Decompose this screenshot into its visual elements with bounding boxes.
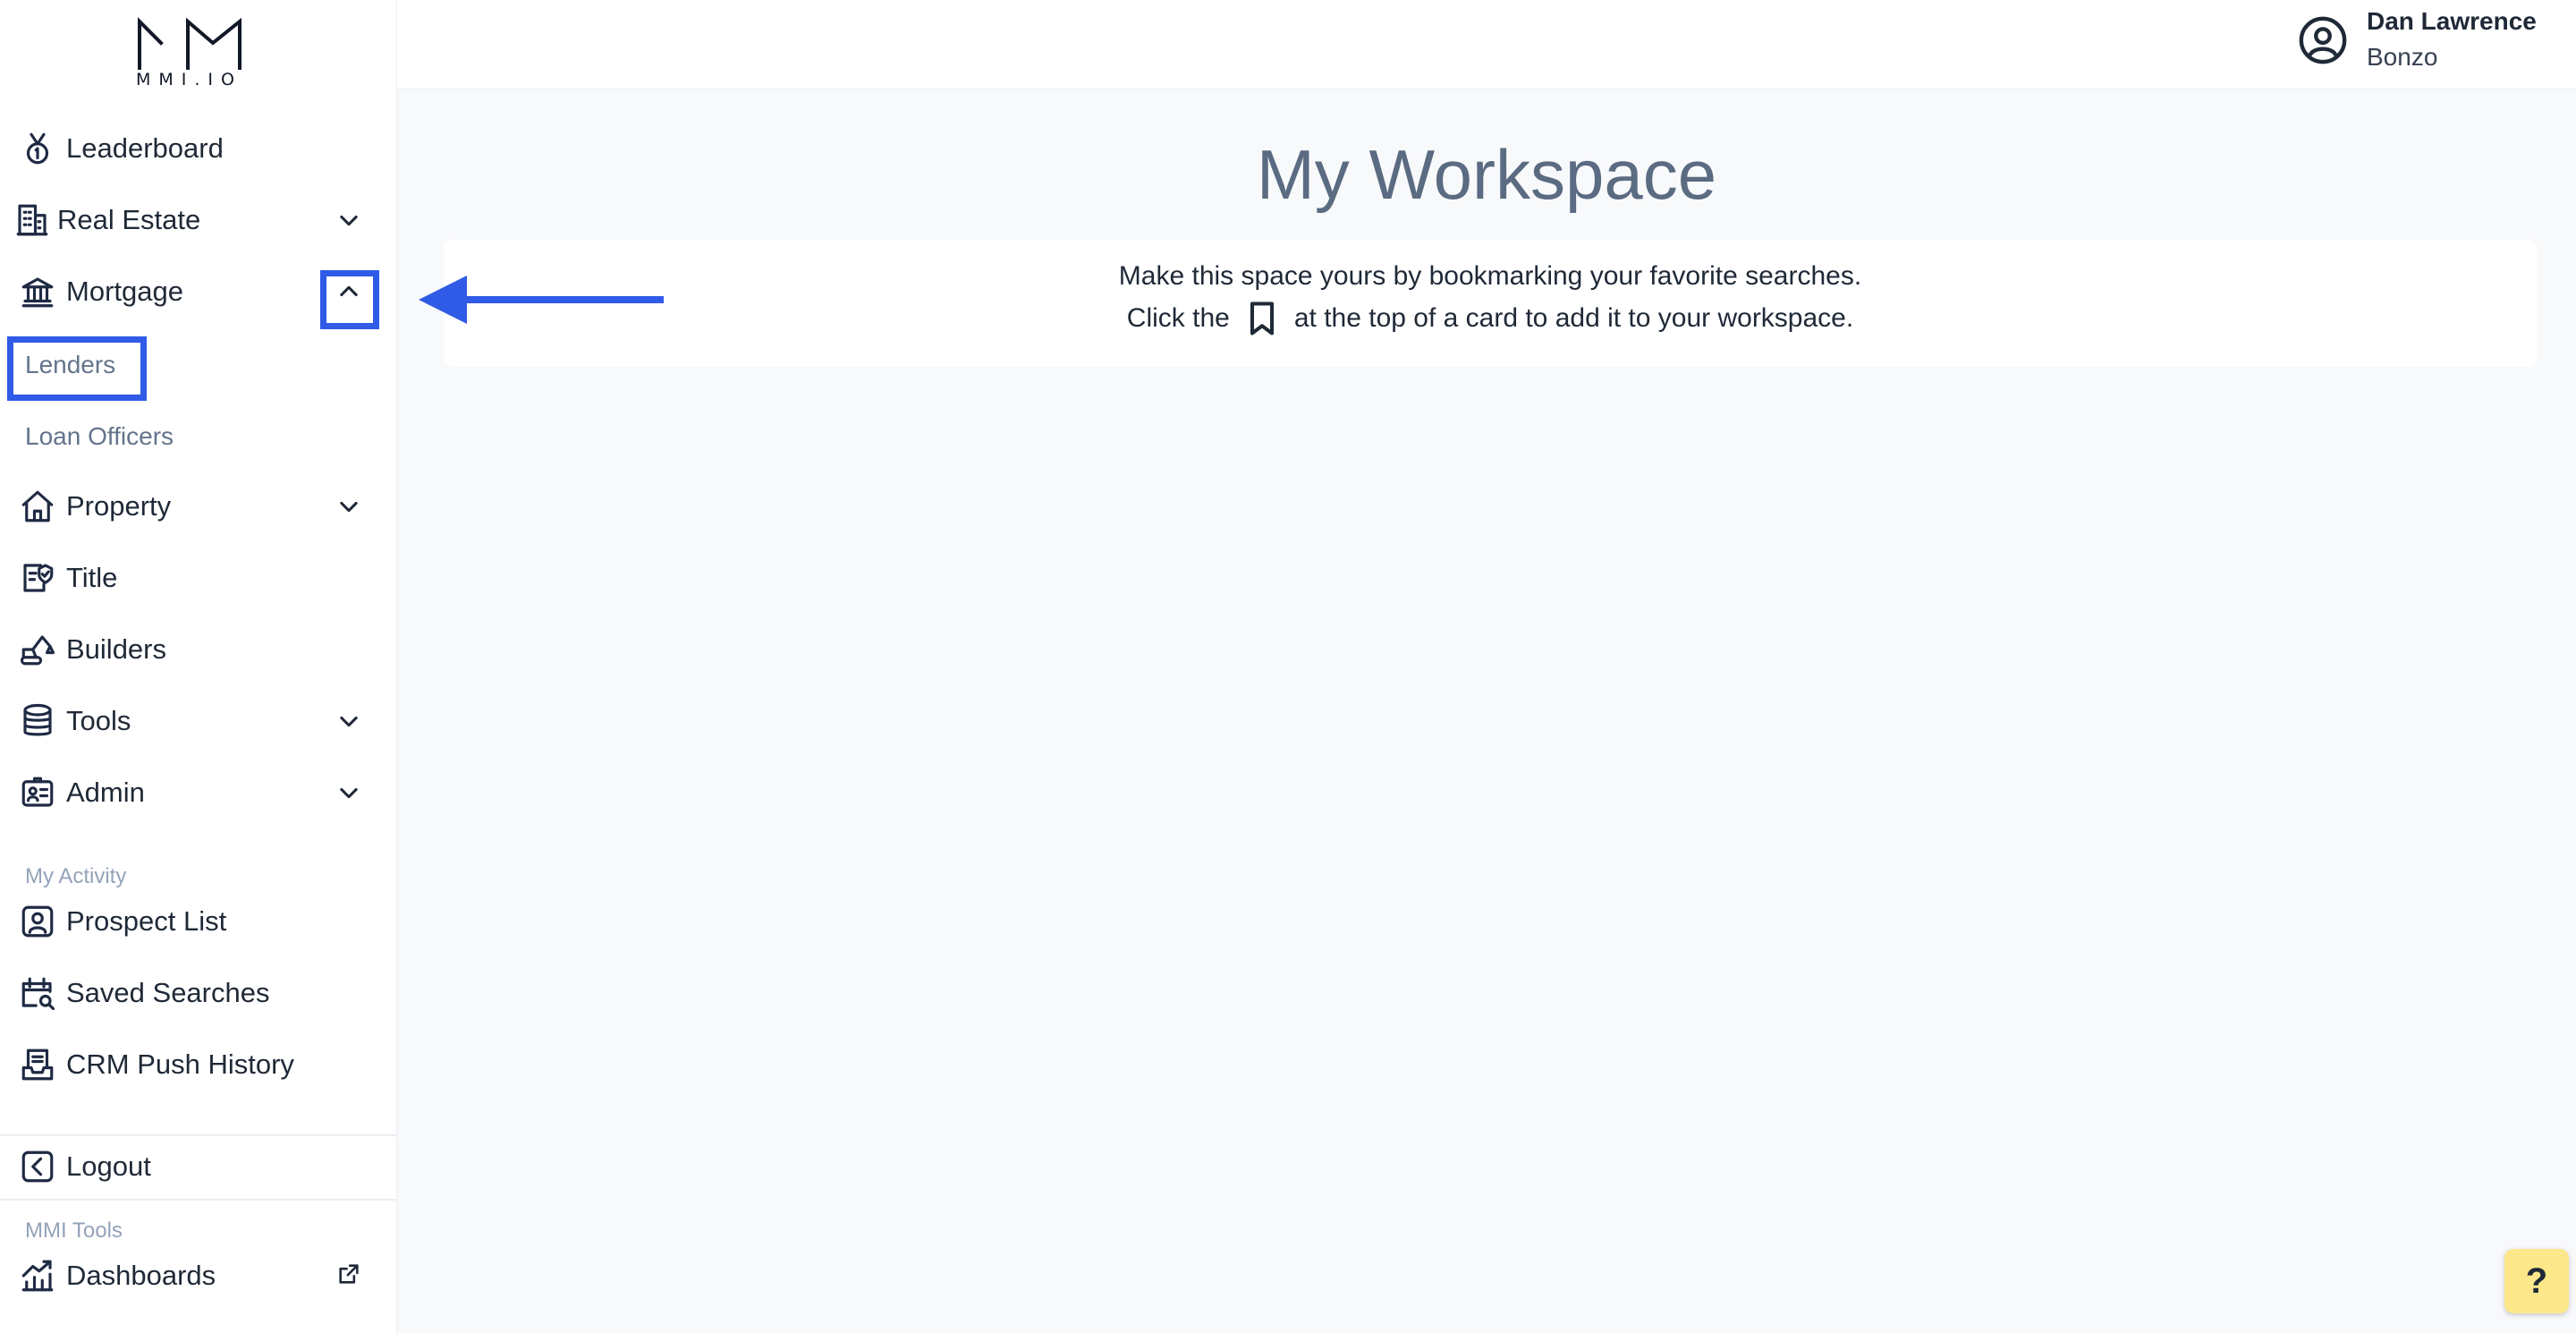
sidebar-item-label: Real Estate (57, 204, 201, 235)
help-button[interactable]: ? (2504, 1249, 2569, 1313)
sidebar-item-label: Prospect List (66, 905, 227, 937)
sidebar-divider (0, 1134, 397, 1136)
title-check-icon (18, 558, 57, 598)
contact-icon (18, 902, 57, 941)
sidebar-item-label: Title (66, 562, 118, 593)
sidebar-item-leaderboard[interactable]: Leaderboard (18, 122, 385, 175)
sidebar-item-label: Admin (66, 777, 145, 808)
sidebar-item-label: CRM Push History (66, 1049, 294, 1080)
chevron-down-icon[interactable] (331, 202, 367, 238)
sidebar-item-real-estate[interactable]: Real Estate (16, 193, 385, 247)
sidebar-subitem-loan-officers[interactable]: Loan Officers (25, 422, 174, 451)
sidebar-item-label: Property (66, 490, 172, 522)
sidebar-item-label: Dashboards (66, 1260, 216, 1291)
user-avatar-icon[interactable] (2297, 14, 2349, 66)
sidebar-item-title[interactable]: Title (18, 551, 385, 605)
logo-text: MMI.IO (136, 70, 242, 89)
annotation-arrow (419, 276, 664, 324)
bar-chart-icon (18, 1256, 57, 1295)
user-org: Bonzo (2367, 43, 2438, 71)
logout-icon (18, 1147, 57, 1186)
top-header (397, 0, 2576, 89)
medal-icon (18, 129, 57, 168)
info-text-before: Click the (1126, 303, 1230, 333)
sidebar-item-property[interactable]: Property (18, 480, 385, 533)
annotation-box-chevron (320, 270, 379, 329)
sidebar-item-label: Saved Searches (66, 977, 270, 1008)
section-label-mmi-tools: MMI Tools (25, 1218, 123, 1243)
info-text-line2: Click the at the top of a card to add it… (444, 299, 2537, 338)
sidebar-item-label: Leaderboard (66, 132, 224, 164)
inbox-icon (18, 1045, 57, 1084)
sidebar-item-label: Builders (66, 633, 166, 665)
sidebar-item-builders[interactable]: Builders (18, 623, 385, 676)
chevron-down-icon[interactable] (331, 488, 367, 524)
building-icon (13, 200, 52, 240)
workspace-info-card: Make this space yours by bookmarking you… (444, 240, 2537, 367)
sidebar-item-crm-push-history[interactable]: CRM Push History (18, 1038, 385, 1091)
sidebar-item-label: Mortgage (66, 276, 183, 307)
sidebar-item-label: Tools (66, 705, 131, 736)
calendar-search-icon (18, 973, 57, 1013)
sidebar-item-admin[interactable]: Admin (18, 766, 385, 819)
bookmark-icon (1242, 299, 1282, 338)
info-text-after: at the top of a card to add it to your w… (1293, 303, 1854, 333)
page-title: My Workspace (1256, 135, 1717, 214)
sidebar: MMI.IO Leaderboard Real Estate Mortgage … (0, 0, 397, 1333)
sidebar-item-prospect-list[interactable]: Prospect List (18, 895, 385, 948)
sidebar-item-saved-searches[interactable]: Saved Searches (18, 966, 385, 1020)
chevron-down-icon[interactable] (331, 703, 367, 739)
house-icon (18, 487, 57, 526)
chevron-down-icon[interactable] (331, 775, 367, 811)
sidebar-item-dashboards[interactable]: Dashboards (18, 1249, 385, 1303)
sidebar-divider (0, 1199, 397, 1201)
bank-icon (18, 272, 57, 311)
excavator-icon (18, 630, 57, 669)
logout-label: Logout (66, 1150, 151, 1182)
user-name[interactable]: Dan Lawrence (2367, 7, 2537, 36)
id-card-icon (18, 773, 57, 812)
info-text-line1: Make this space yours by bookmarking you… (1118, 261, 1862, 291)
annotation-box-lenders (7, 336, 147, 401)
logout-button[interactable]: Logout (18, 1140, 385, 1193)
section-label-my-activity: My Activity (25, 864, 127, 888)
sidebar-item-tools[interactable]: Tools (18, 694, 385, 748)
database-icon (18, 701, 57, 741)
external-link-icon[interactable] (331, 1256, 367, 1292)
